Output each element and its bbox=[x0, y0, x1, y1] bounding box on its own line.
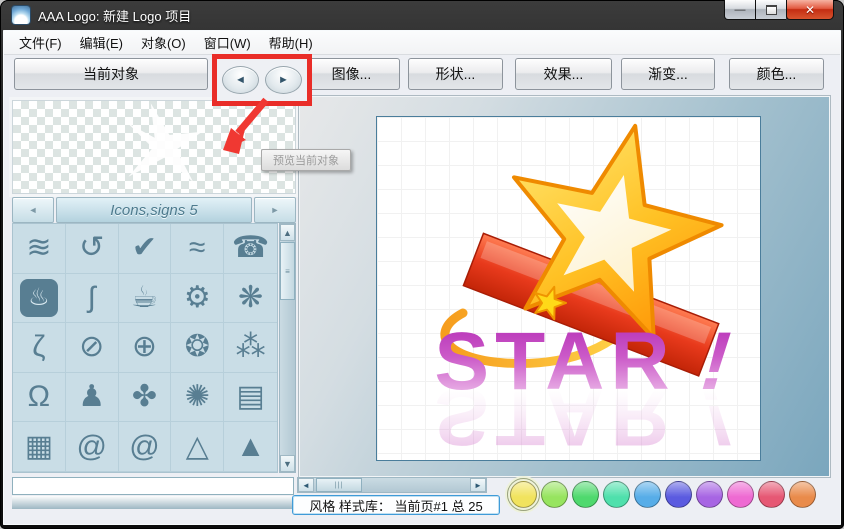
svg-text:!: ! bbox=[690, 371, 744, 460]
handprint-icon[interactable]: ⁂ bbox=[224, 323, 277, 373]
brick-wall-icon[interactable]: ▤ bbox=[224, 373, 277, 423]
hot-drink-badge-icon[interactable]: ♨ bbox=[13, 274, 66, 324]
no-smoking-icon[interactable]: ⊘ bbox=[66, 323, 119, 373]
library-title[interactable]: Icons,signs 5 bbox=[56, 197, 252, 223]
arrow-right-icon: ► bbox=[278, 74, 289, 86]
canvas-hscrollbar[interactable]: ◄ ||| ► bbox=[297, 477, 487, 493]
status-text-field[interactable] bbox=[12, 477, 294, 495]
scroll-down-button[interactable]: ▼ bbox=[280, 455, 295, 472]
library-next-button[interactable]: ► bbox=[254, 197, 296, 223]
next-object-button[interactable]: ► bbox=[265, 66, 302, 94]
tree-outline-icon[interactable]: △ bbox=[171, 422, 224, 472]
object-preview-panel bbox=[12, 100, 296, 194]
color-swatch[interactable] bbox=[727, 481, 754, 508]
image-button[interactable]: 图像... bbox=[303, 58, 400, 90]
arrow-up-icon: ▲ bbox=[283, 228, 292, 238]
style-pager-button[interactable]: 风格 样式库： 当前页#1 总 25 bbox=[292, 495, 500, 515]
scroll-right-button[interactable]: ► bbox=[470, 478, 486, 492]
gradient-button[interactable]: 渐变... bbox=[621, 58, 715, 90]
loop-icon[interactable]: ↺ bbox=[66, 224, 119, 274]
shape-button[interactable]: 形状... bbox=[408, 58, 503, 90]
calculator-icon[interactable]: ▦ bbox=[13, 422, 66, 472]
clover-icon[interactable]: ✤ bbox=[119, 373, 172, 423]
menu-item[interactable]: 帮助(H) bbox=[260, 30, 322, 55]
color-swatch[interactable] bbox=[665, 481, 692, 508]
wave-curl-icon[interactable]: ζ bbox=[13, 323, 66, 373]
canvas-area: STAR ! STAR ! bbox=[298, 95, 831, 478]
logo-artwork: STAR ! STAR ! bbox=[377, 117, 760, 460]
window-title: AAA Logo: 新建 Logo 项目 bbox=[38, 6, 191, 25]
spiral-icon[interactable]: @ bbox=[66, 422, 119, 472]
globe-swoosh-icon[interactable]: ❂ bbox=[171, 323, 224, 373]
color-swatch[interactable] bbox=[603, 481, 630, 508]
arrow-left-icon: ◄ bbox=[302, 481, 310, 490]
svg-text:STAR: STAR bbox=[434, 371, 675, 460]
swoosh-icon[interactable]: ✔ bbox=[119, 224, 172, 274]
app-icon bbox=[12, 6, 30, 24]
color-swatch[interactable] bbox=[696, 481, 723, 508]
grip-icon: ||| bbox=[335, 482, 343, 489]
effects-button[interactable]: 效果... bbox=[515, 58, 612, 90]
coffee-cup-icon[interactable]: ☕ bbox=[119, 274, 172, 324]
turtle-icon[interactable]: Ω bbox=[13, 373, 66, 423]
swirl-emblem-icon[interactable]: ❋ bbox=[224, 274, 277, 324]
titlebar: AAA Logo: 新建 Logo 项目 bbox=[0, 0, 844, 30]
color-swatch[interactable] bbox=[758, 481, 785, 508]
icon-library-grid: ≋ ↺ ✔ ≈ ☎ ♨ ʃ ☕ ⚙ ❋ ζ ⊘ bbox=[12, 223, 278, 473]
squiggle-icon[interactable]: ʃ bbox=[66, 274, 119, 324]
hscroll-thumb[interactable]: ||| bbox=[316, 478, 362, 492]
telephone-icon[interactable]: ☎ bbox=[224, 224, 277, 274]
preview-star-graphic bbox=[13, 101, 295, 193]
maximize-button[interactable] bbox=[756, 0, 786, 20]
current-object-button[interactable]: 当前对象 bbox=[14, 58, 208, 90]
color-swatch[interactable] bbox=[541, 481, 568, 508]
wave-line-icon[interactable]: ≈ bbox=[171, 224, 224, 274]
preview-tooltip: 预览当前对象 bbox=[261, 149, 351, 171]
gears-icon[interactable]: ⚙ bbox=[171, 274, 224, 324]
arrow-left-icon: ◄ bbox=[235, 74, 246, 86]
arrow-left-icon: ◄ bbox=[29, 205, 38, 215]
splat-icon[interactable]: ✺ bbox=[171, 373, 224, 423]
color-swatch[interactable] bbox=[789, 481, 816, 508]
close-icon: ✕ bbox=[805, 3, 815, 17]
scroll-left-button[interactable]: ◄ bbox=[298, 478, 314, 492]
maximize-icon bbox=[766, 5, 777, 15]
logo-reflection: STAR ! bbox=[434, 371, 743, 460]
people-group-icon[interactable]: ♟ bbox=[66, 373, 119, 423]
field-shade bbox=[12, 496, 294, 509]
logo-page: STAR ! STAR ! bbox=[376, 116, 761, 461]
app-window: AAA Logo: 新建 Logo 项目 — ✕ 文件(F)编辑(E)对象(O)… bbox=[0, 0, 844, 529]
library-scrollbar[interactable]: ▲ ≡ ▼ bbox=[279, 223, 296, 473]
color-swatch[interactable] bbox=[572, 481, 599, 508]
color-swatch[interactable] bbox=[510, 481, 537, 508]
grip-icon: ≡ bbox=[285, 270, 290, 273]
menubar: 文件(F)编辑(E)对象(O)窗口(W)帮助(H) bbox=[4, 31, 840, 55]
close-button[interactable]: ✕ bbox=[786, 0, 834, 20]
menu-item[interactable]: 对象(O) bbox=[132, 30, 195, 55]
arrow-right-icon: ► bbox=[271, 205, 280, 215]
minimize-icon: — bbox=[735, 4, 746, 16]
prev-object-button[interactable]: ◄ bbox=[222, 66, 259, 94]
client-area: 文件(F)编辑(E)对象(O)窗口(W)帮助(H) 当前对象 ◄ ► 图像...… bbox=[3, 30, 841, 525]
color-swatch[interactable] bbox=[634, 481, 661, 508]
waves-icon[interactable]: ≋ bbox=[13, 224, 66, 274]
menu-item[interactable]: 文件(F) bbox=[10, 30, 71, 55]
color-button[interactable]: 颜色... bbox=[729, 58, 824, 90]
color-swatches bbox=[508, 476, 818, 512]
library-prev-button[interactable]: ◄ bbox=[12, 197, 54, 223]
scroll-thumb[interactable]: ≡ bbox=[280, 242, 295, 300]
scroll-up-button[interactable]: ▲ bbox=[280, 224, 295, 241]
menu-item[interactable]: 窗口(W) bbox=[195, 30, 260, 55]
menu-item[interactable]: 编辑(E) bbox=[71, 30, 132, 55]
arrow-down-icon: ▼ bbox=[283, 459, 292, 469]
annotation-highlight-box: ◄ ► bbox=[212, 54, 312, 106]
minimize-button[interactable]: — bbox=[724, 0, 756, 20]
arrow-right-icon: ► bbox=[474, 481, 482, 490]
tree-filled-icon[interactable]: ▲ bbox=[224, 422, 277, 472]
spiral2-icon[interactable]: @ bbox=[119, 422, 172, 472]
globe-icon[interactable]: ⊕ bbox=[119, 323, 172, 373]
